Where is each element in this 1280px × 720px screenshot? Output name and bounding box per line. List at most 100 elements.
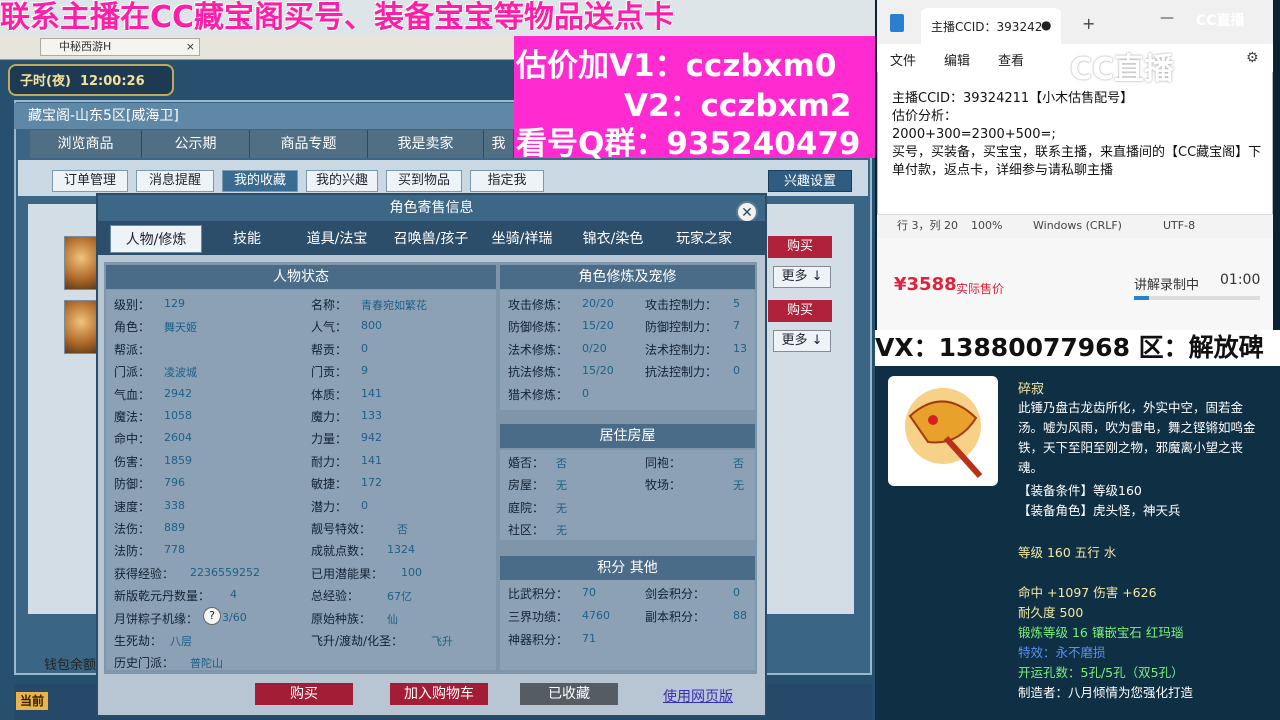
stat-label: 敏捷：	[311, 477, 348, 492]
stat-value: 青春宛如繁花	[361, 299, 427, 312]
stat-label: 总经验：	[311, 589, 360, 604]
gear-icon[interactable]: ⚙	[1246, 50, 1259, 66]
stat-label: 魔法：	[114, 410, 151, 424]
tab-home[interactable]: 玩家之家	[662, 225, 746, 253]
stat-label: 魔力：	[311, 410, 348, 424]
stat-value: 942	[361, 431, 382, 445]
item-maker: 制造者：八月倾情为您强化打造	[1018, 685, 1194, 700]
subtab-interests[interactable]: 我的兴趣	[306, 170, 378, 192]
buy-button[interactable]: 购买	[768, 300, 832, 322]
price-note: 实际售价	[956, 282, 1005, 296]
stat-label: 剑会积分：	[645, 587, 706, 601]
stat-label: 抗法修炼：	[508, 365, 569, 380]
new-tab-icon[interactable]: +	[1082, 14, 1095, 33]
stat-value: 仙	[387, 612, 398, 626]
interest-settings-button[interactable]: 兴趣设置	[768, 170, 852, 192]
tab-public[interactable]: 公示期	[142, 130, 250, 158]
current-channel-button[interactable]: 当前	[16, 692, 48, 710]
tab-mounts[interactable]: 坐骑/祥瑞	[480, 225, 564, 253]
help-icon[interactable]: ?	[203, 607, 221, 625]
vx-banner: VX：13880077968 区：解放碑	[875, 330, 1280, 366]
stat-label: 体质：	[311, 387, 348, 402]
stat-value: 2604	[164, 431, 192, 445]
tab-me[interactable]: 我	[484, 130, 514, 158]
item-requirement-role: 【装备角色】虎头怪，神天兵	[1018, 503, 1181, 518]
stat-value: 1324	[387, 543, 415, 557]
close-icon[interactable]: ×	[186, 39, 195, 55]
subtab-messages[interactable]: 消息提醒	[136, 170, 214, 192]
stat-value: 0	[733, 586, 740, 599]
stat-label: 已用潜能果：	[311, 566, 384, 581]
more-button[interactable]: 更多 ↓	[773, 266, 831, 288]
stat-label: 飞升/渡劫/化圣：	[311, 634, 404, 648]
stat-value: 2942	[164, 386, 192, 400]
notepad-text[interactable]: 主播CCID：39324211【小木估售配号】 估价分析： 2000+300=2…	[892, 90, 1264, 180]
stat-label: 人气：	[311, 320, 348, 335]
cc-watermark: CC直播	[1196, 13, 1245, 29]
stat-value: 778	[164, 543, 185, 557]
item-name: 碎寂	[1018, 382, 1045, 397]
browser-tab[interactable]: 中秘西游H ×	[40, 38, 200, 56]
subtab-assigned[interactable]: 指定我	[470, 170, 544, 192]
stat-value: 八层	[170, 635, 192, 648]
subtab-orders[interactable]: 订单管理	[52, 170, 128, 192]
stat-label: 三界功绩：	[508, 610, 569, 624]
stat-label: 防御控制力：	[645, 320, 718, 335]
stat-value: 141	[361, 386, 382, 400]
stat-value: 舞天姬	[164, 321, 197, 335]
item-level: 等级 160 五行 水	[1018, 545, 1117, 560]
notepad-tab-title: 主播CCID：393242	[931, 20, 1043, 34]
item-special: 特效：永不磨损	[1018, 645, 1106, 660]
stat-value: 67亿	[387, 590, 412, 604]
favorited-button[interactable]: 已收藏	[520, 683, 618, 705]
tab-pets[interactable]: 召唤兽/孩子	[384, 225, 478, 253]
stat-value: 7	[733, 319, 740, 333]
promo-banner: 联系主播在CC藏宝阁买号、装备宝宝等物品送点卡	[0, 0, 875, 36]
notepad-icon	[890, 14, 904, 32]
stat-value: 800	[361, 319, 382, 333]
stat-value: 889	[164, 521, 185, 534]
subtab-favorites[interactable]: 我的收藏	[222, 170, 298, 192]
tab-browse[interactable]: 浏览商品	[30, 130, 142, 158]
tab-outfits[interactable]: 锦衣/染色	[566, 225, 660, 253]
stat-label: 社区：	[508, 523, 545, 538]
web-version-link[interactable]: 使用网页版	[663, 686, 733, 706]
stat-label: 帮派：	[114, 342, 151, 357]
stat-label: 攻击修炼：	[508, 298, 569, 312]
tab-skills[interactable]: 技能	[206, 225, 288, 253]
menu-edit[interactable]: 编辑	[944, 50, 970, 69]
add-to-cart-button[interactable]: 加入购物车	[390, 683, 488, 705]
recording-progress	[1134, 296, 1260, 300]
stat-label: 名称：	[311, 298, 348, 312]
price-amount: ¥3588	[894, 274, 957, 295]
menu-view[interactable]: 查看	[998, 50, 1024, 69]
stat-value: 3/60	[222, 610, 247, 624]
stat-value: 0	[361, 498, 368, 512]
stat-label: 帮贡：	[311, 342, 348, 357]
tab-topics[interactable]: 商品专题	[250, 130, 368, 158]
dialog-title: 角色寄售信息	[98, 195, 765, 221]
stat-value: 338	[164, 498, 185, 512]
item-holes: 开运孔数：5孔/5孔（双5孔）	[1018, 665, 1184, 680]
stat-value: 无	[733, 479, 744, 493]
tab-items[interactable]: 道具/法宝	[292, 225, 382, 253]
stat-label: 原始种族：	[311, 611, 372, 626]
stat-value: 100	[401, 565, 422, 579]
tab-character[interactable]: 人物/修炼	[110, 225, 202, 253]
subtab-bought[interactable]: 买到物品	[386, 170, 462, 192]
buy-button[interactable]: 购买	[255, 683, 353, 705]
stat-label: 副本积分：	[645, 610, 706, 624]
notepad-tab[interactable]: 主播CCID：393242 ●	[921, 8, 1061, 44]
train-header: 角色修炼及宠修	[500, 265, 755, 289]
game-clock: 子时(夜) 12:00:26	[8, 64, 174, 96]
more-button[interactable]: 更多 ↓	[773, 330, 831, 352]
close-icon[interactable]: ✕	[736, 201, 758, 223]
stat-value: 129	[164, 297, 185, 310]
stat-label: 法伤：	[114, 522, 151, 536]
menu-file[interactable]: 文件	[890, 50, 916, 69]
tab-seller[interactable]: 我是卖家	[368, 130, 484, 158]
minimize-icon[interactable]: —	[1160, 10, 1174, 26]
buy-button[interactable]: 购买	[768, 236, 832, 258]
promo-qq: 看号Q群：935240479	[516, 126, 861, 162]
stat-label: 攻击控制力：	[645, 298, 718, 312]
